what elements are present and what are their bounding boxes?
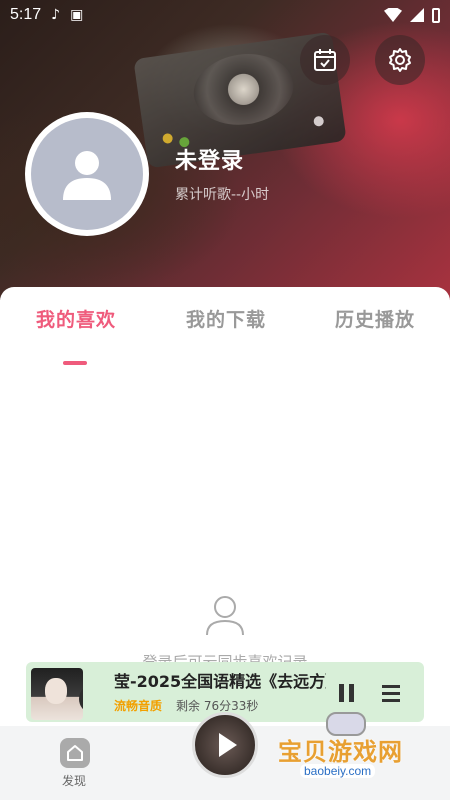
playlist-button[interactable] <box>382 684 400 702</box>
signal-icon <box>410 8 424 22</box>
user-icon <box>63 151 111 200</box>
username[interactable]: 未登录 <box>175 143 244 175</box>
avatar[interactable] <box>25 112 149 236</box>
nav-discover-label[interactable]: 发现 <box>62 772 86 789</box>
status-bar: 5:17 ♪ ▣ <box>0 0 450 30</box>
battery-icon <box>432 7 440 23</box>
pause-button[interactable] <box>338 684 356 702</box>
watermark: 宝贝游戏网 baobeiy.com <box>270 712 450 800</box>
song-title: 莹-2025全国语精选《去远方》 <box>114 672 326 691</box>
album-cover[interactable] <box>31 668 83 720</box>
tab-indicator <box>63 361 87 365</box>
list-icon <box>382 685 400 688</box>
pause-icon <box>339 684 344 702</box>
nav-play-button[interactable] <box>192 712 258 778</box>
tab-favorites[interactable]: 我的喜欢 <box>36 305 116 332</box>
tab-history[interactable]: 历史播放 <box>335 305 415 332</box>
tiktok-icon: ♪ <box>51 7 61 23</box>
status-time: 5:17 <box>10 6 42 23</box>
watermark-url: baobeiy.com <box>300 764 376 778</box>
tab-bar: 我的喜欢 我的下载 历史播放 <box>0 305 450 365</box>
quality-label[interactable]: 流畅音质 <box>114 697 162 714</box>
gear-icon <box>389 48 411 72</box>
calendar-icon <box>314 49 336 71</box>
notification-icon: ▣ <box>70 7 84 23</box>
play-icon <box>219 733 237 757</box>
settings-button[interactable] <box>375 35 425 85</box>
content-panel: 我的喜欢 我的下载 历史播放 登录后可云同步喜欢记录 <box>0 287 450 727</box>
user-outline-icon <box>206 596 244 636</box>
nav-discover-button[interactable] <box>60 738 90 768</box>
wifi-icon <box>384 8 402 22</box>
listen-time: 累计听歌--小时 <box>175 187 270 203</box>
tab-downloads[interactable]: 我的下载 <box>186 305 266 332</box>
calendar-checkin-button[interactable] <box>300 35 350 85</box>
home-icon <box>67 745 83 761</box>
remaining-time: 剩余 76分33秒 <box>176 699 259 713</box>
watermark-title: 宝贝游戏网 <box>278 738 403 766</box>
